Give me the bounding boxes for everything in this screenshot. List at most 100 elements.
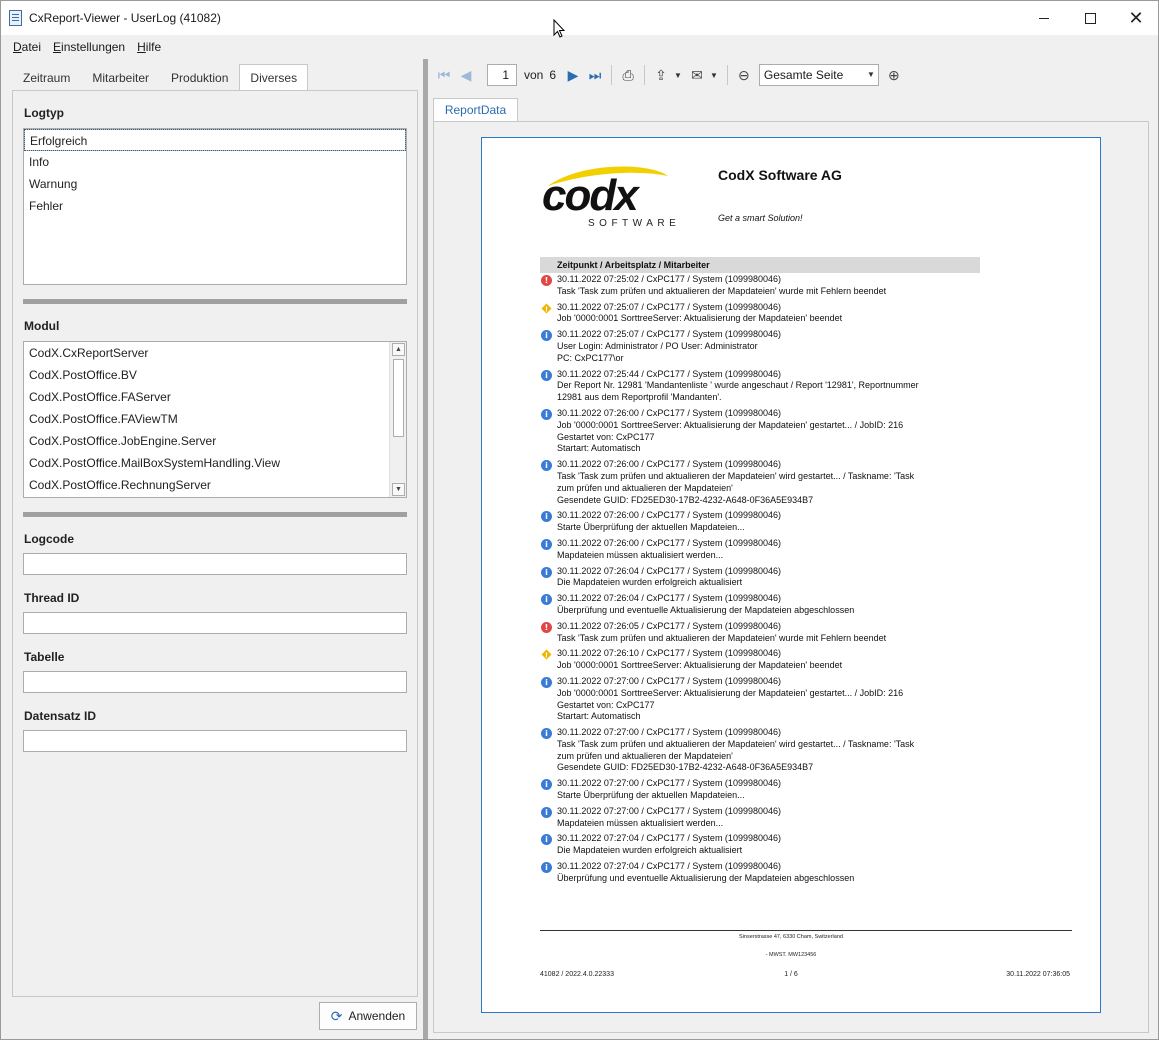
export-dropdown-icon[interactable]: ▼ bbox=[674, 71, 682, 80]
tab-mitarbeiter[interactable]: Mitarbeiter bbox=[81, 64, 160, 90]
zoom-out-icon[interactable]: ⊖ bbox=[733, 64, 755, 86]
export-icon[interactable]: ⇪ bbox=[650, 64, 672, 86]
log-entry-header: 30.11.2022 07:27:00 / CxPC177 / System (… bbox=[557, 778, 781, 789]
menu-bar: Datei Einstellungen Hilfe bbox=[1, 37, 1158, 57]
zoom-value: Gesamte Seite bbox=[763, 68, 844, 82]
menu-datei[interactable]: Datei bbox=[7, 37, 47, 57]
log-entry-text: Task 'Task zum prüfen und aktualieren de… bbox=[557, 470, 915, 481]
log-entry-text: Task 'Task zum prüfen und aktualieren de… bbox=[557, 738, 915, 749]
log-entry-header: 30.11.2022 07:26:04 / CxPC177 / System (… bbox=[557, 565, 781, 576]
modul-item[interactable]: CodX.PostOffice.FAViewTM bbox=[24, 408, 406, 430]
zoom-in-icon[interactable]: ⊕ bbox=[883, 64, 905, 86]
toolbar-separator bbox=[611, 65, 613, 85]
logtyp-item[interactable]: Info bbox=[24, 151, 406, 173]
logcode-label: Logcode bbox=[24, 532, 74, 546]
app-window: CxReport-Viewer - UserLog (41082) ✕ Date… bbox=[0, 0, 1159, 1040]
log-entry: ! 30.11.2022 07:25:02 / CxPC177 / System … bbox=[540, 274, 990, 298]
info-icon: i bbox=[541, 460, 552, 472]
svg-text:!: ! bbox=[545, 305, 548, 313]
modul-listbox[interactable]: CodX.CxReportServer CodX.PostOffice.BV C… bbox=[23, 341, 407, 498]
first-page-icon[interactable]: ⏮ bbox=[433, 64, 455, 86]
apply-button[interactable]: ⟳ Anwenden bbox=[319, 1002, 417, 1030]
menu-einstellungen[interactable]: Einstellungen bbox=[47, 37, 131, 57]
log-entry-header: 30.11.2022 07:27:00 / CxPC177 / System (… bbox=[557, 727, 781, 738]
log-entry-text: Job '0000:0001 SorttreeServer: Aktualisi… bbox=[557, 660, 843, 671]
chevron-down-icon: ▼ bbox=[866, 70, 875, 79]
footer-vat: - MWST. MW123456 bbox=[765, 952, 817, 958]
close-button[interactable]: ✕ bbox=[1113, 1, 1159, 35]
mouse-cursor-icon bbox=[553, 19, 566, 38]
log-entries: ! 30.11.2022 07:25:02 / CxPC177 / System … bbox=[540, 274, 990, 889]
scroll-thumb[interactable] bbox=[393, 359, 404, 437]
log-entry-text: Gestartet von: CxPC177 bbox=[557, 699, 655, 710]
datensatz-id-input[interactable] bbox=[23, 730, 407, 752]
main-splitter[interactable] bbox=[423, 59, 428, 1039]
print-icon[interactable]: ⎙ bbox=[617, 64, 639, 86]
maximize-button[interactable] bbox=[1067, 1, 1113, 35]
svg-text:codx: codx bbox=[542, 171, 640, 220]
minimize-icon bbox=[1039, 17, 1049, 19]
log-entry: i 30.11.2022 07:27:00 / CxPC177 / System … bbox=[540, 778, 990, 802]
codx-logo: codx SOFTWARE bbox=[542, 166, 680, 229]
log-entry: i 30.11.2022 07:27:00 / CxPC177 / System … bbox=[540, 676, 990, 723]
log-entry: i 30.11.2022 07:25:07 / CxPC177 / System … bbox=[540, 329, 990, 364]
tab-reportdata[interactable]: ReportData bbox=[433, 98, 518, 122]
logtyp-item[interactable]: Fehler bbox=[24, 195, 406, 217]
modul-item[interactable]: CodX.PostOffice.BV bbox=[24, 364, 406, 386]
thread-id-input[interactable] bbox=[23, 612, 407, 634]
logtyp-item[interactable]: Warnung bbox=[24, 173, 406, 195]
logtyp-label: Logtyp bbox=[24, 106, 64, 120]
tab-diverses[interactable]: Diverses bbox=[239, 64, 309, 91]
section-splitter[interactable] bbox=[23, 299, 407, 304]
info-icon: i bbox=[541, 538, 552, 550]
info-icon: i bbox=[541, 330, 552, 342]
log-entry: i 30.11.2022 07:27:04 / CxPC177 / System … bbox=[540, 833, 990, 857]
log-entry-text: Job '0000:0001 SorttreeServer: Aktualisi… bbox=[557, 419, 904, 430]
svg-text:!: ! bbox=[545, 652, 548, 660]
tab-produktion[interactable]: Produktion bbox=[160, 64, 239, 90]
section-splitter[interactable] bbox=[23, 512, 407, 517]
company-slogan: Get a smart Solution! bbox=[718, 213, 803, 223]
error-icon: ! bbox=[541, 275, 552, 286]
footer-timestamp: 30.11.2022 07:36:05 bbox=[1006, 971, 1070, 978]
next-page-icon[interactable]: ▶ bbox=[562, 64, 584, 86]
log-entry-header: 30.11.2022 07:26:00 / CxPC177 / System (… bbox=[557, 459, 781, 470]
toolbar-separator bbox=[644, 65, 646, 85]
log-entry-header: 30.11.2022 07:26:10 / CxPC177 / System (… bbox=[557, 648, 781, 659]
modul-item[interactable]: CodX.CxReportServer bbox=[24, 342, 406, 364]
modul-item[interactable]: CodX.PostOffice.JobEngine.Server bbox=[24, 430, 406, 452]
info-icon: i bbox=[541, 728, 552, 740]
mail-icon[interactable]: ✉ bbox=[686, 64, 708, 86]
footer-divider bbox=[540, 930, 1072, 931]
last-page-icon[interactable]: ⏭ bbox=[584, 64, 606, 86]
menu-hilfe[interactable]: Hilfe bbox=[131, 37, 167, 57]
info-icon: i bbox=[541, 834, 552, 846]
info-icon: i bbox=[541, 566, 552, 578]
log-entry: i 30.11.2022 07:27:00 / CxPC177 / System … bbox=[540, 727, 990, 774]
log-entry: i 30.11.2022 07:27:04 / CxPC177 / System … bbox=[540, 861, 990, 885]
info-icon: i bbox=[541, 369, 552, 381]
log-entry: i 30.11.2022 07:26:00 / CxPC177 / System … bbox=[540, 538, 990, 562]
modul-item[interactable]: CodX.PostOffice.FAServer bbox=[24, 386, 406, 408]
log-entry: i 30.11.2022 07:26:00 / CxPC177 / System … bbox=[540, 408, 990, 455]
tabelle-input[interactable] bbox=[23, 671, 407, 693]
info-icon: i bbox=[541, 594, 552, 606]
title-bar: CxReport-Viewer - UserLog (41082) ✕ bbox=[1, 1, 1159, 38]
mail-dropdown-icon[interactable]: ▼ bbox=[710, 71, 718, 80]
warning-icon: ! bbox=[541, 649, 552, 660]
logtyp-item[interactable]: Erfolgreich bbox=[24, 129, 406, 151]
logtyp-listbox[interactable]: Erfolgreich Info Warnung Fehler bbox=[23, 128, 407, 285]
minimize-button[interactable] bbox=[1021, 1, 1067, 35]
scroll-up-icon[interactable]: ▲ bbox=[392, 343, 405, 356]
modul-item[interactable]: CodX.PostOffice.RechnungServer bbox=[24, 474, 406, 496]
modul-item[interactable]: CodX.PostOffice.MailBoxSystemHandling.Vi… bbox=[24, 452, 406, 474]
tab-zeitraum[interactable]: Zeitraum bbox=[12, 64, 81, 90]
app-icon bbox=[9, 10, 22, 26]
previous-page-icon[interactable]: ◀ bbox=[455, 64, 477, 86]
logcode-input[interactable] bbox=[23, 553, 407, 575]
svg-text:SOFTWARE: SOFTWARE bbox=[588, 218, 680, 229]
scroll-down-icon[interactable]: ▼ bbox=[392, 483, 405, 496]
page-number-input[interactable]: 1 bbox=[487, 64, 517, 86]
modul-scrollbar[interactable]: ▲ ▼ bbox=[389, 342, 406, 497]
zoom-select[interactable]: Gesamte Seite ▼ bbox=[758, 64, 879, 86]
